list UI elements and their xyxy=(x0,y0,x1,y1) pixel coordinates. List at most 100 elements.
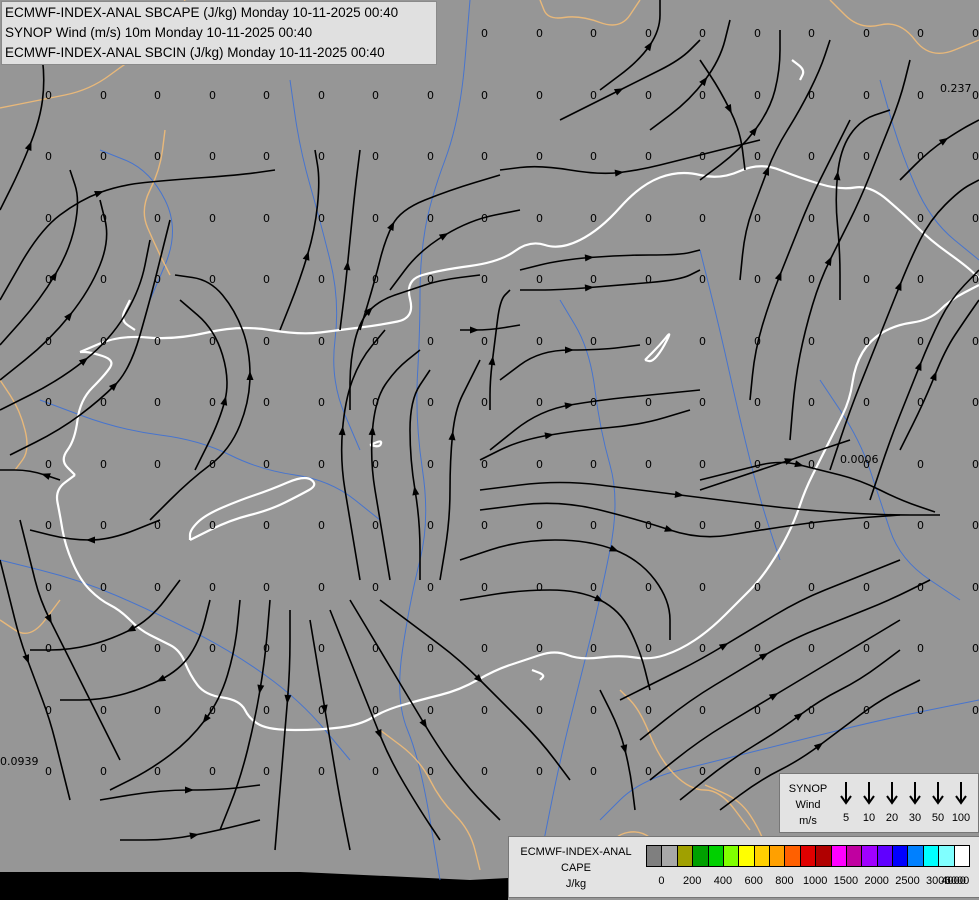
cape-value: 0 xyxy=(427,458,434,471)
cape-value: 0 xyxy=(754,765,761,778)
cape-value: 0 xyxy=(590,89,597,102)
cape-value: 0 xyxy=(100,212,107,225)
cape-value: 0 xyxy=(917,458,924,471)
cape-value: 0 xyxy=(863,519,870,532)
cape-value: 0 xyxy=(481,89,488,102)
cape-value: 0 xyxy=(536,396,543,409)
cape-color-swatch xyxy=(922,845,940,867)
cape-value: 0 xyxy=(318,335,325,348)
cape-value: 0 xyxy=(536,519,543,532)
cape-value: 0 xyxy=(699,335,706,348)
cape-value: 0 xyxy=(372,212,379,225)
wind-speed-label: 100 xyxy=(951,812,971,824)
cape-value: 0 xyxy=(863,704,870,717)
cape-value: 0 xyxy=(263,396,270,409)
cape-value: 0 xyxy=(263,704,270,717)
cape-value: 0 xyxy=(863,581,870,594)
cape-value: 0 xyxy=(318,458,325,471)
cape-value: 0 xyxy=(263,765,270,778)
cape-value: 0 xyxy=(372,519,379,532)
cape-value: 0 xyxy=(536,642,543,655)
cape-value: 0 xyxy=(427,150,434,163)
cape-color-swatch xyxy=(892,845,909,867)
cape-value: 0 xyxy=(808,150,815,163)
cape-value: 0 xyxy=(972,581,979,594)
cape-value: 0 xyxy=(645,642,652,655)
cape-value: 0 xyxy=(209,396,216,409)
cape-value: 0 xyxy=(100,458,107,471)
cape-value: 0 xyxy=(590,335,597,348)
cape-value: 0 xyxy=(863,642,870,655)
cape-value: 0 xyxy=(808,89,815,102)
wind-arrow-icon xyxy=(834,780,858,806)
cape-value: 0 xyxy=(972,150,979,163)
cape-value: 0 xyxy=(427,396,434,409)
cape-value: 0 xyxy=(154,273,161,286)
cape-value: 0 xyxy=(372,396,379,409)
cape-value: 0 xyxy=(645,581,652,594)
cape-value: 0 xyxy=(263,581,270,594)
cape-value: 0 xyxy=(318,765,325,778)
cape-value: 0 xyxy=(917,212,924,225)
wind-speed-label: 30 xyxy=(908,812,922,824)
cape-value: 0 xyxy=(154,458,161,471)
cape-value: 0 xyxy=(917,150,924,163)
cape-value: 0 xyxy=(536,150,543,163)
cape-value: 0 xyxy=(590,396,597,409)
cape-value: 0 xyxy=(699,581,706,594)
cape-value: 0 xyxy=(645,519,652,532)
cape-value: 0 xyxy=(318,396,325,409)
cape-value: 0 xyxy=(754,273,761,286)
wind-speed-label: 20 xyxy=(885,812,899,824)
cape-color-swatch xyxy=(815,845,832,867)
cape-value: 0 xyxy=(972,212,979,225)
cape-value: 0 xyxy=(427,765,434,778)
cape-value: 0 xyxy=(427,519,434,532)
cape-value: 0 xyxy=(754,704,761,717)
cape-value: 0 xyxy=(209,273,216,286)
cape-value: 0 xyxy=(536,273,543,286)
cape-value: 0 xyxy=(972,519,979,532)
cape-value: 0 xyxy=(481,704,488,717)
cape-value: 0 xyxy=(100,765,107,778)
cape-value: 0 xyxy=(263,212,270,225)
cape-value: 0.0006 xyxy=(840,453,879,466)
cape-value: 0 xyxy=(590,581,597,594)
map-title-box: ECMWF-INDEX-ANAL SBCAPE (J/kg) Monday 10… xyxy=(1,1,437,65)
wind-legend-unit: m/s xyxy=(799,815,817,827)
cape-value: 0 xyxy=(917,89,924,102)
cape-value: 0 xyxy=(972,273,979,286)
cape-value: 0 xyxy=(154,150,161,163)
cape-value: 0 xyxy=(917,335,924,348)
cape-value: 0 xyxy=(100,89,107,102)
cape-value: 0 xyxy=(754,150,761,163)
cape-color-swatch xyxy=(784,845,801,867)
cape-color-swatch xyxy=(953,845,970,867)
cape-value: 0 xyxy=(590,642,597,655)
wind-arrow-icon xyxy=(880,780,904,806)
cape-value: 0 xyxy=(45,581,52,594)
cape-legend-unit: J/kg xyxy=(565,878,587,890)
cape-value: 0 xyxy=(45,519,52,532)
cape-value: 0 xyxy=(699,458,706,471)
cape-value: 0 xyxy=(154,89,161,102)
cape-value: 0 xyxy=(590,27,597,40)
cape-value: 0 xyxy=(972,335,979,348)
cape-value: 0 xyxy=(645,704,652,717)
cape-color-swatch xyxy=(692,845,709,867)
cape-value: 0 xyxy=(590,765,597,778)
cape-value: 0 xyxy=(318,273,325,286)
wind-speed-label: 50 xyxy=(931,812,945,824)
cape-color-swatch xyxy=(753,845,771,867)
cape-value: 0 xyxy=(263,519,270,532)
cape-value: 0 xyxy=(427,273,434,286)
cape-color-swatch xyxy=(861,845,878,867)
cape-value: 0 xyxy=(645,212,652,225)
cape-value: 0 xyxy=(154,519,161,532)
cape-value: 0 xyxy=(318,581,325,594)
cape-value: 0 xyxy=(917,704,924,717)
cape-value: 0 xyxy=(917,519,924,532)
cape-value: 0 xyxy=(754,642,761,655)
cape-value: 0 xyxy=(754,396,761,409)
cape-value: 0 xyxy=(372,335,379,348)
